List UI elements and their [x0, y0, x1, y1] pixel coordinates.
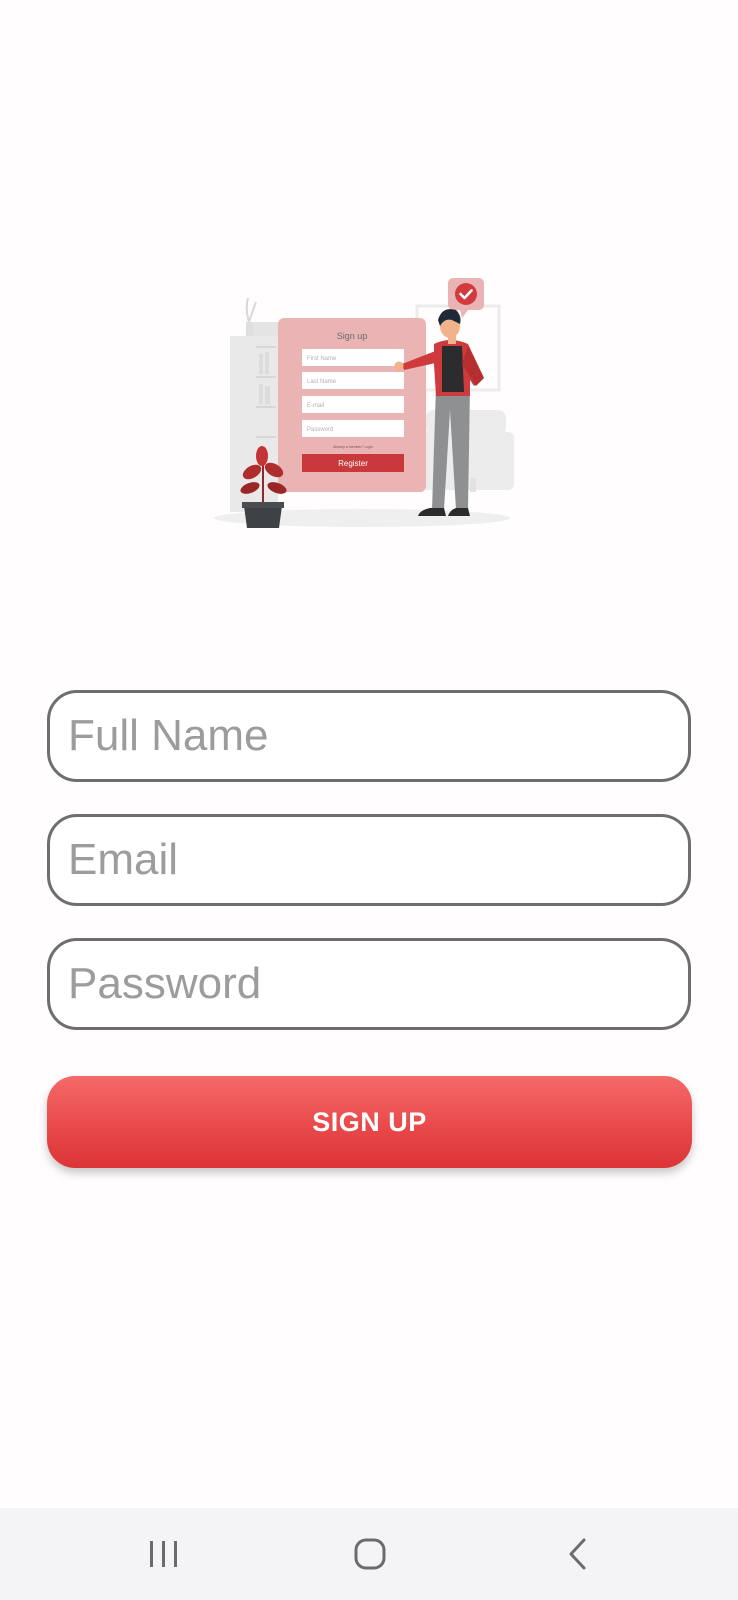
recents-button[interactable] [124, 1526, 204, 1582]
home-icon [354, 1538, 386, 1570]
illustration-field-last-name: Last Name [307, 379, 337, 385]
recents-icon [150, 1541, 177, 1567]
illustration-field-email: E-mail [307, 403, 324, 409]
illustration-field-password: Password [307, 427, 333, 433]
full-name-field[interactable] [47, 690, 691, 782]
back-button[interactable] [538, 1526, 618, 1582]
email-field[interactable] [47, 814, 691, 906]
password-field[interactable] [47, 938, 691, 1030]
email-input[interactable] [68, 817, 668, 903]
illustration-small-text: Already a member? Login [333, 445, 373, 449]
system-navigation-bar [0, 1508, 738, 1600]
signup-illustration: Sign up First Name Last Name E-mail Pass… [212, 260, 532, 540]
back-icon [569, 1538, 586, 1570]
illustration-svg: Sign up First Name Last Name E-mail Pass… [214, 278, 514, 528]
password-input[interactable] [68, 941, 668, 1027]
illustration-register: Register [338, 459, 368, 468]
home-button[interactable] [330, 1526, 410, 1582]
full-name-input[interactable] [68, 693, 668, 779]
sign-up-button[interactable]: SIGN UP [47, 1076, 692, 1168]
signup-screen: Sign up First Name Last Name E-mail Pass… [0, 0, 738, 1600]
illustration-title: Sign up [337, 331, 368, 341]
illustration-field-first-name: First Name [307, 356, 337, 362]
